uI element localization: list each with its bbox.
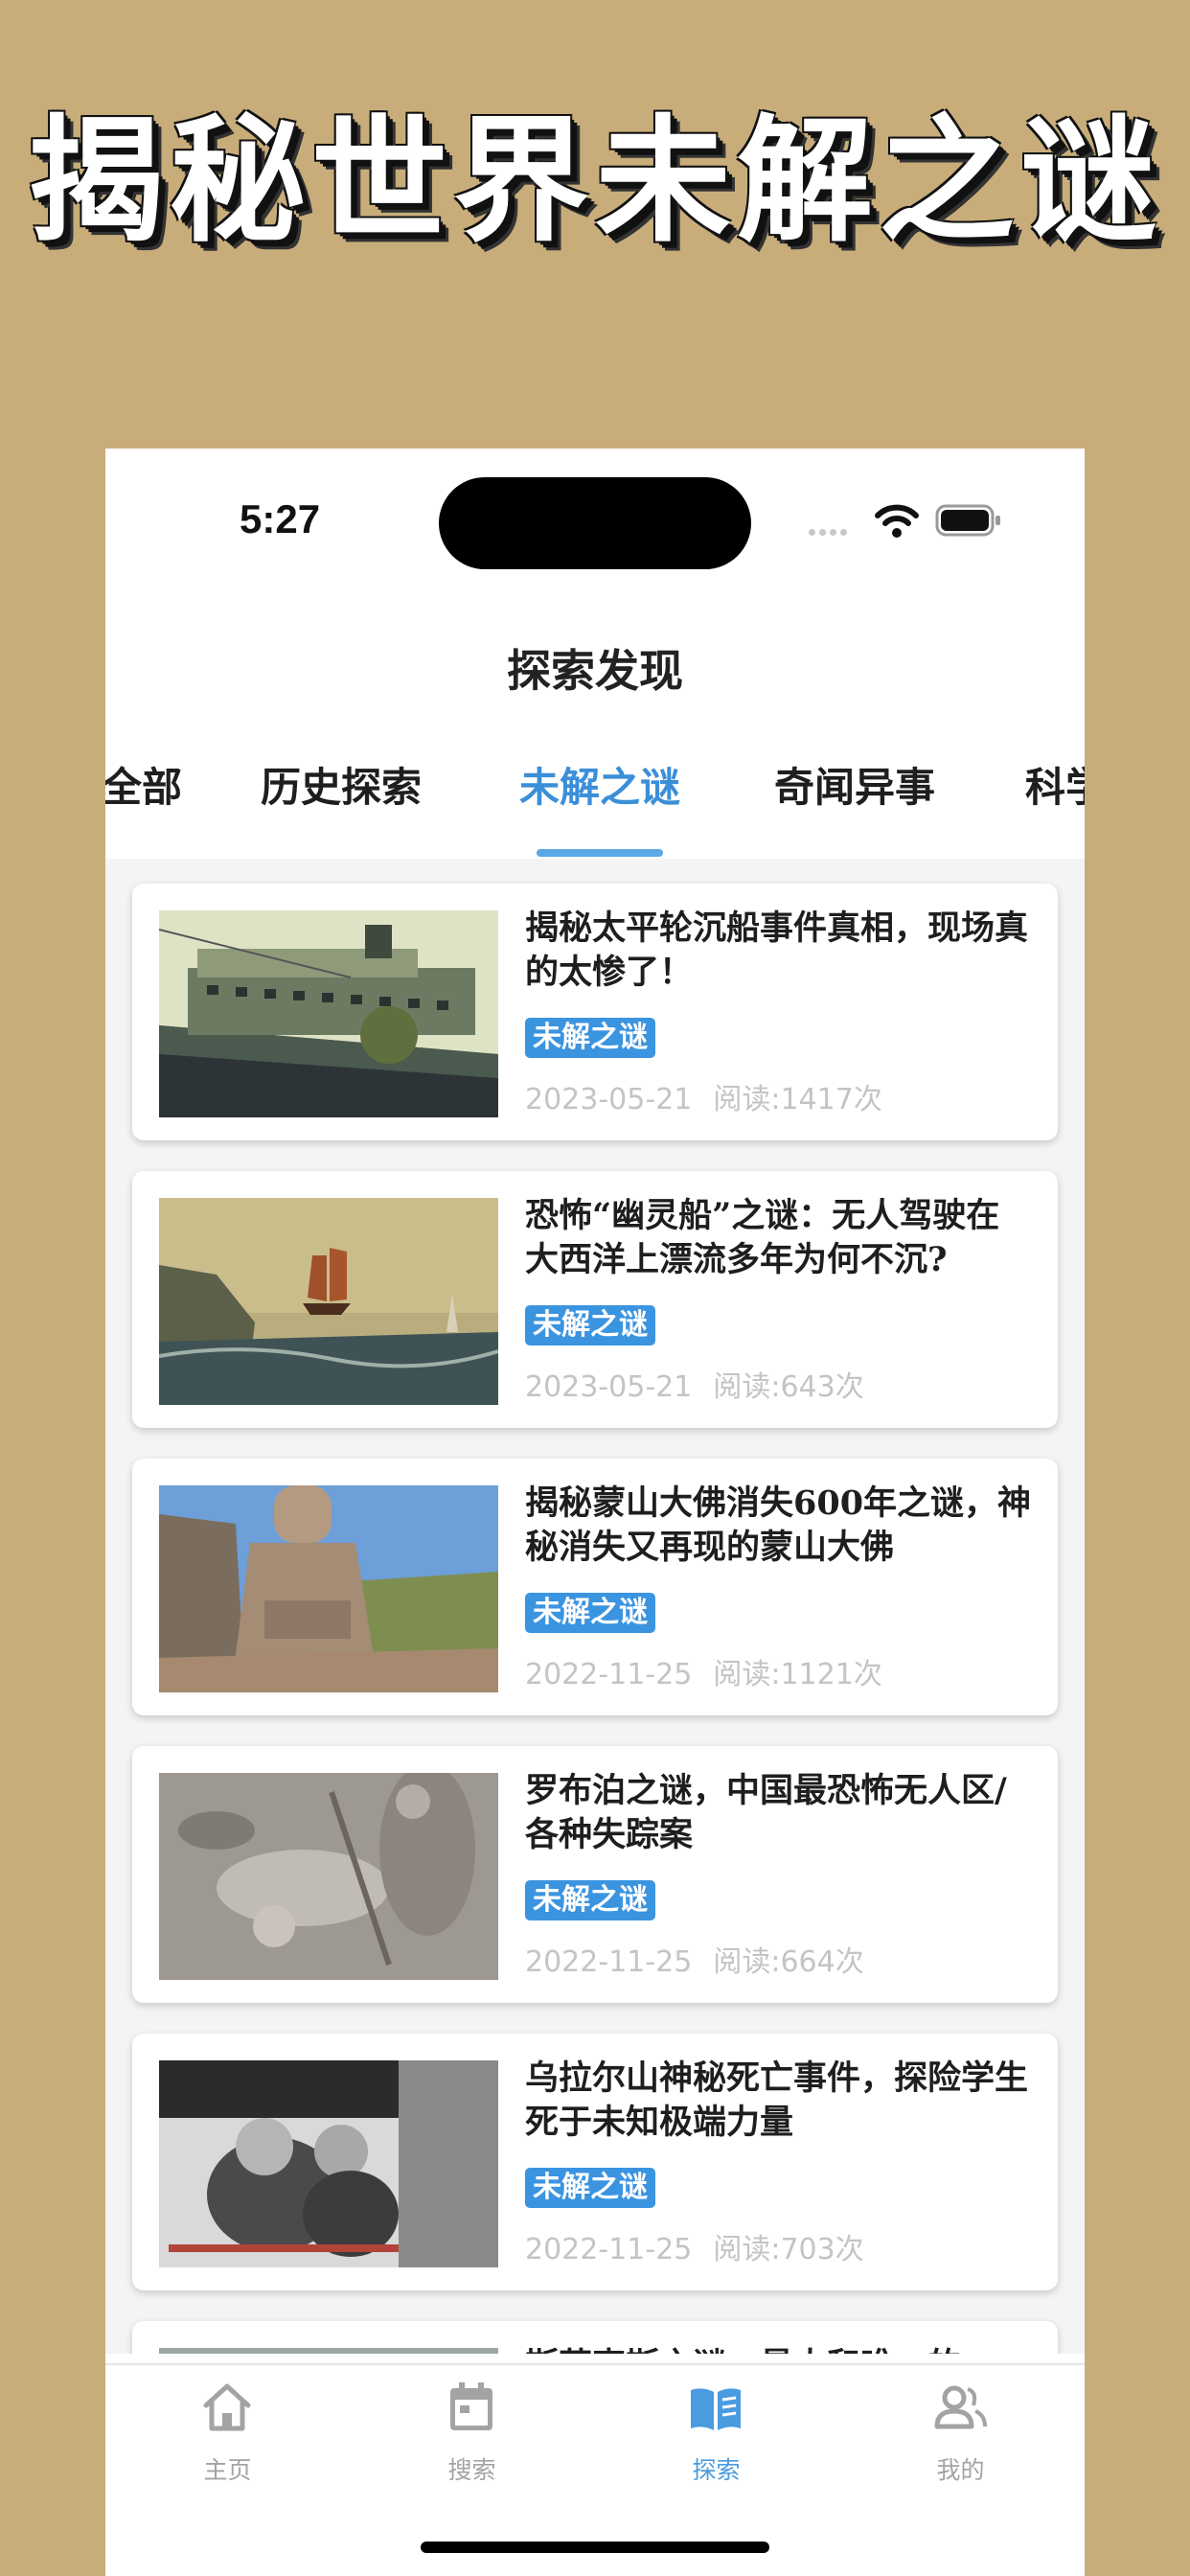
article-meta: 2022-11-25 阅读:703次	[525, 2225, 864, 2267]
promo-title: 揭秘世界未解之谜	[28, 102, 1162, 261]
battery-icon	[935, 504, 1000, 537]
article-title: 揭秘太平轮沉船事件真相，现场真的太惨了！	[525, 908, 1029, 992]
tabbar-search[interactable]: 搜索	[350, 2365, 594, 2509]
tabbar-label: 我的	[936, 2456, 985, 2484]
article-reads: 阅读:664次	[713, 1945, 864, 1979]
article-thumbnail	[159, 1485, 498, 1692]
category-badge: 未解之谜	[525, 1305, 655, 1346]
tabbar-explore[interactable]: 探索	[594, 2365, 838, 2509]
article-date: 2022-11-25	[525, 2233, 693, 2266]
article-thumbnail	[159, 2348, 498, 2354]
article-card[interactable]: 揭秘蒙山大佛消失600年之谜，神秘消失又再现的蒙山大佛 未解之谜 2022-11…	[132, 1459, 1058, 1715]
status-time: 5:27	[240, 496, 321, 541]
article-title: 斯芬克斯之谜，最大和唯一的	[525, 2344, 1033, 2354]
article-reads: 阅读:703次	[713, 2233, 864, 2266]
article-title: 恐怖“幽灵船”之谜：无人驾驶在大西洋上漂流多年为何不沉?	[525, 1196, 1000, 1279]
users-icon	[934, 2385, 987, 2429]
article-card[interactable]: 揭秘太平轮沉船事件真相，现场真的太惨了！ 未解之谜 2023-05-21 阅读:1…	[132, 884, 1058, 1140]
category-tabs: 全部 历史探索 未解之谜 奇闻异事 科学	[105, 755, 1085, 851]
tab-mysteries[interactable]: 未解之谜	[519, 755, 680, 814]
category-badge: 未解之谜	[525, 1018, 655, 1058]
tabbar-label: 探索	[692, 2456, 741, 2484]
category-badge: 未解之谜	[525, 1593, 655, 1633]
tabbar-label: 主页	[203, 2456, 252, 2484]
tab-oddities[interactable]: 奇闻异事	[774, 755, 935, 814]
article-date: 2023-05-21	[525, 1083, 693, 1116]
cellular-signal-icon	[809, 521, 851, 540]
tabbar-home[interactable]: 主页	[105, 2365, 350, 2509]
tab-history[interactable]: 历史探索	[261, 755, 422, 814]
article-reads: 阅读:1417次	[713, 1083, 882, 1116]
article-date: 2023-05-21	[525, 1370, 693, 1404]
active-tab-indicator	[537, 849, 663, 857]
dynamic-island	[439, 477, 751, 569]
home-icon	[203, 2383, 251, 2431]
category-badge: 未解之谜	[525, 2168, 655, 2208]
article-thumbnail	[159, 1773, 498, 1980]
article-date: 2022-11-25	[525, 1658, 693, 1691]
tabbar-profile[interactable]: 我的	[838, 2365, 1083, 2509]
status-bar: 5:27	[105, 448, 1085, 602]
calendar-icon	[450, 2382, 492, 2430]
tabbar-label: 搜索	[447, 2456, 496, 2484]
book-icon	[691, 2388, 741, 2430]
article-card[interactable]: 恐怖“幽灵船”之谜：无人驾驶在大西洋上漂流多年为何不沉? 未解之谜 2023-0…	[132, 1171, 1058, 1428]
article-reads: 阅读:643次	[713, 1370, 864, 1404]
tab-science[interactable]: 科学	[1025, 755, 1085, 814]
article-list[interactable]: 揭秘太平轮沉船事件真相，现场真的太惨了！ 未解之谜 2023-05-21 阅读:1…	[105, 859, 1085, 2354]
article-card[interactable]: 罗布泊之谜，中国最恐怖无人区/各种失踪案 未解之谜 2022-11-25 阅读:6…	[132, 1746, 1058, 2003]
tab-all[interactable]: 全部	[105, 755, 182, 814]
phone-screen: 5:27 探索发现 全部 历史探索 未解之谜 奇闻异事 科学	[105, 448, 1085, 2576]
wifi-icon	[875, 504, 919, 538]
home-indicator	[421, 2542, 769, 2553]
article-meta: 2022-11-25 阅读:1121次	[525, 1650, 882, 1692]
article-card[interactable]: 乌拉尔山神秘死亡事件，探险学生死于未知极端力量 未解之谜 2022-11-25 阅…	[132, 2034, 1058, 2290]
article-thumbnail	[159, 910, 498, 1117]
article-meta: 2023-05-21 阅读:1417次	[525, 1075, 882, 1117]
category-badge: 未解之谜	[525, 1880, 655, 1920]
page-title: 探索发现	[507, 645, 683, 697]
article-reads: 阅读:1121次	[713, 1658, 882, 1691]
article-title: 揭秘蒙山大佛消失600年之谜，神秘消失又再现的蒙山大佛	[525, 1484, 1032, 1567]
article-meta: 2022-11-25 阅读:664次	[525, 1938, 864, 1980]
article-thumbnail	[159, 1198, 498, 1405]
article-thumbnail	[159, 2060, 498, 2267]
article-card[interactable]: 斯芬克斯之谜，最大和唯一的	[132, 2321, 1058, 2354]
article-title: 乌拉尔山神秘死亡事件，探险学生死于未知极端力量	[525, 2058, 1029, 2142]
article-title: 罗布泊之谜，中国最恐怖无人区/各种失踪案	[525, 1771, 1007, 1854]
article-meta: 2023-05-21 阅读:643次	[525, 1363, 864, 1405]
article-date: 2022-11-25	[525, 1945, 693, 1979]
